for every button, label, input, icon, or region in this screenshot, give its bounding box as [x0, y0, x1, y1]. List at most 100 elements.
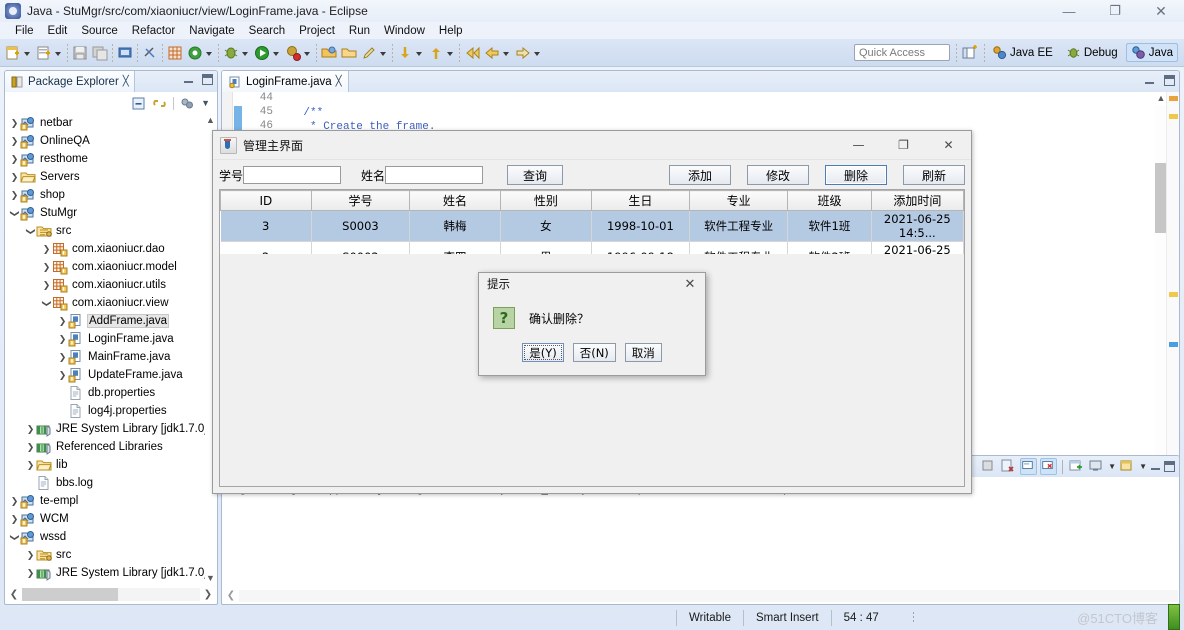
remove-launch-icon[interactable] [1000, 458, 1017, 475]
swing-maximize-button[interactable]: ❐ [881, 131, 926, 159]
ruler-marker-warning[interactable] [1169, 114, 1178, 119]
editor-overview-ruler[interactable] [1166, 92, 1179, 469]
next-annotation-dropdown-icon[interactable] [446, 44, 455, 62]
toggle-mark-occurrences-icon[interactable] [141, 44, 159, 62]
tree-item-jre-system-library-jdk1-7-0[interactable]: ❯ JRE System Library [jdk1.7.0_ [5, 564, 205, 582]
package-explorer-hscrollbar[interactable]: ❮ ❯ [6, 586, 216, 603]
chevron-right-icon[interactable]: ❯ [41, 262, 52, 273]
chevron-right-icon[interactable]: ❯ [9, 190, 20, 201]
table-column-header[interactable]: 姓名 [409, 190, 501, 211]
tree-item-mainframe-java[interactable]: ❯ MainFrame.java [5, 348, 205, 366]
student-name-input[interactable] [385, 166, 484, 184]
table-column-header[interactable]: ID [220, 190, 312, 211]
chevron-right-icon[interactable]: ❯ [57, 370, 68, 381]
dialog-close-button[interactable]: ✕ [679, 273, 701, 295]
add-button[interactable]: 添加 [669, 165, 731, 185]
menu-search[interactable]: Search [242, 24, 292, 38]
refresh-button[interactable]: 刷新 [903, 165, 965, 185]
close-icon[interactable]: ╳ [123, 76, 129, 87]
debug-dropdown-icon[interactable] [241, 44, 250, 62]
save-icon[interactable] [71, 44, 89, 62]
tree-item-com-xiaoniucr-dao[interactable]: ❯ com.xiaoniucr.dao [5, 240, 205, 258]
run-external-tools-icon[interactable] [284, 44, 302, 62]
forward-icon[interactable] [514, 44, 532, 62]
tree-item-com-xiaoniucr-model[interactable]: ❯ com.xiaoniucr.model [5, 258, 205, 276]
minimize-editor-icon[interactable] [1144, 75, 1155, 86]
swing-minimize-button[interactable]: — [836, 131, 881, 159]
tree-item-addframe-java[interactable]: ❯ AddFrame.java [5, 312, 205, 330]
forward-dropdown-icon[interactable] [533, 44, 542, 62]
menu-source[interactable]: Source [74, 24, 124, 38]
perspective-java[interactable]: Java [1125, 43, 1178, 62]
menu-navigate[interactable]: Navigate [182, 24, 241, 38]
search-button[interactable]: 查询 [507, 165, 564, 185]
menu-file[interactable]: File [8, 24, 41, 38]
tree-item-bbs-log[interactable]: bbs.log [5, 474, 205, 492]
chevron-right-icon[interactable]: ❯ [25, 568, 36, 579]
edit-button[interactable]: 修改 [747, 165, 809, 185]
tab-package-explorer[interactable]: Package Explorer ╳ [5, 71, 135, 92]
minimize-button[interactable]: — [1046, 0, 1092, 22]
tree-item-updateframe-java[interactable]: ❯ UpdateFrame.java [5, 366, 205, 384]
menu-edit[interactable]: Edit [41, 24, 75, 38]
collapse-all-icon[interactable] [131, 96, 146, 111]
chevron-right-icon[interactable]: ❯ [25, 460, 36, 471]
tree-item-src[interactable]: ❯ src [5, 222, 205, 240]
chevron-right-icon[interactable]: ❯ [41, 280, 52, 291]
tree-item-servers[interactable]: ❯ Servers [5, 168, 205, 186]
console-menu-chevron-icon[interactable]: ▼ [1139, 462, 1147, 471]
tree-item-te-empl[interactable]: ❯ te-empl [5, 492, 205, 510]
view-menu-chevron-icon[interactable]: ▼ [201, 98, 210, 108]
tree-item-jre-system-library-jdk1-7-0[interactable]: ❯ JRE System Library [jdk1.7.0_ [5, 420, 205, 438]
tab-loginframe-java[interactable]: LoginFrame.java ╳ [222, 71, 349, 92]
chevron-right-icon[interactable]: ❯ [9, 154, 20, 165]
chevron-right-icon[interactable]: ❯ [25, 424, 36, 435]
pin-console-icon[interactable] [1119, 458, 1136, 475]
chevron-right-icon[interactable]: ❯ [57, 352, 68, 363]
student-id-input[interactable] [243, 166, 342, 184]
next-annotation-icon[interactable] [427, 44, 445, 62]
scroll-right-icon[interactable]: ❯ [200, 589, 216, 600]
tree-item-com-xiaoniucr-utils[interactable]: ❯ com.xiaoniucr.utils [5, 276, 205, 294]
display-console-icon[interactable] [1020, 458, 1038, 475]
chevron-right-icon[interactable]: ❯ [25, 550, 36, 561]
tree-item-db-properties[interactable]: db.properties [5, 384, 205, 402]
hscroll-track[interactable] [22, 588, 200, 601]
tree-item-src[interactable]: ❯ src [5, 546, 205, 564]
back-dropdown-icon[interactable] [502, 44, 511, 62]
console-hscrollbar[interactable]: ❮ [223, 588, 1178, 603]
back-history-icon[interactable] [463, 44, 481, 62]
tree-item-resthome[interactable]: ❯ resthome [5, 150, 205, 168]
new-wizard-icon[interactable] [4, 44, 22, 62]
table-column-header[interactable]: 班级 [787, 190, 872, 211]
console-hscroll-track[interactable] [239, 589, 1178, 602]
save-all-icon[interactable] [91, 44, 109, 62]
tree-item-wssd[interactable]: ❯ wssd [5, 528, 205, 546]
chevron-right-icon[interactable]: ❯ [57, 334, 68, 345]
terminate-icon[interactable] [980, 458, 997, 475]
tree-item-lib[interactable]: ❯ lib [5, 456, 205, 474]
ruler-marker-warning[interactable] [1169, 96, 1178, 101]
tree-item-referenced-libraries[interactable]: ❯ Referenced Libraries [5, 438, 205, 456]
run-icon[interactable] [253, 44, 271, 62]
external-tools-dropdown-icon[interactable] [303, 44, 312, 62]
tree-item-loginframe-java[interactable]: ❯ LoginFrame.java [5, 330, 205, 348]
remove-all-consoles-icon[interactable] [1040, 458, 1058, 475]
pencil-dropdown-icon[interactable] [379, 44, 388, 62]
tree-item-apache-tomcat-v7-0-apache[interactable]: ❯Apache Tomcat v7.0 [Apache [5, 582, 205, 584]
chevron-down-icon[interactable]: ❯ [41, 298, 52, 309]
perspective-debug[interactable]: Debug [1061, 43, 1123, 62]
scroll-left-icon[interactable]: ❮ [223, 590, 239, 601]
chevron-right-icon[interactable]: ❯ [41, 244, 52, 255]
dialog-cancel-button[interactable]: 取消 [624, 343, 662, 362]
perspective-java-ee[interactable]: Java EE [987, 43, 1058, 62]
new-wizard-dropdown-icon[interactable] [23, 44, 32, 62]
chevron-right-icon[interactable]: ❯ [57, 316, 68, 327]
view-menu-icon[interactable] [180, 96, 195, 111]
chevron-down-icon[interactable]: ❯ [9, 208, 20, 219]
chevron-right-icon[interactable]: ❯ [9, 514, 20, 525]
project-tree[interactable]: ❯ netbar ❯ OnlineQA ❯ resthome ❯ Servers ❯ shop ❯ S… [5, 114, 205, 584]
ruler-marker-info[interactable] [1169, 342, 1178, 347]
quick-access-input[interactable]: Quick Access [853, 44, 950, 61]
chevron-right-icon[interactable]: ❯ [9, 172, 20, 183]
